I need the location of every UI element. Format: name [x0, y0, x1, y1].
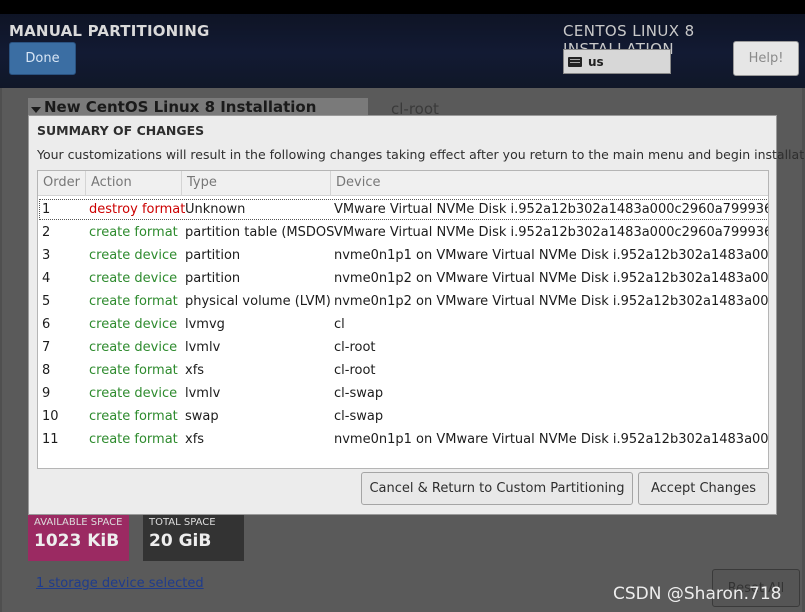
- cancel-return-button[interactable]: Cancel & Return to Custom Partitioning: [361, 472, 633, 505]
- column-header-action[interactable]: Action: [86, 171, 182, 195]
- row-type: xfs: [185, 363, 205, 378]
- column-header-type[interactable]: Type: [182, 171, 331, 195]
- row-type: Unknown: [185, 202, 246, 217]
- column-header-device[interactable]: Device: [331, 171, 768, 195]
- summary-of-changes-dialog: SUMMARY OF CHANGES Your customizations w…: [28, 115, 805, 515]
- row-action: create format: [89, 294, 178, 309]
- row-type: partition table (MSDOS): [185, 225, 334, 240]
- row-order: 7: [42, 340, 51, 355]
- row-device: nvme0n1p1 on VMware Virtual NVMe Disk i.…: [334, 432, 769, 447]
- table-row[interactable]: 6 create device lvmvg cl: [38, 313, 768, 336]
- row-order: 11: [42, 432, 59, 447]
- row-type: partition: [185, 271, 241, 286]
- row-device: cl-root: [334, 363, 376, 378]
- table-row[interactable]: 5 create format physical volume (LVM) nv…: [38, 290, 769, 313]
- top-band: [0, 0, 805, 14]
- keyboard-icon: [568, 56, 582, 67]
- changes-table[interactable]: Order Action Type Device 1 destroy forma…: [37, 170, 769, 469]
- row-device: VMware Virtual NVMe Disk i.952a12b302a14…: [334, 225, 769, 240]
- column-header-order[interactable]: Order: [38, 171, 86, 195]
- row-device: nvme0n1p1 on VMware Virtual NVMe Disk i.…: [334, 248, 769, 263]
- row-action: create device: [89, 386, 178, 401]
- row-type: physical volume (LVM): [185, 294, 331, 309]
- row-order: 10: [42, 409, 59, 424]
- accept-changes-button[interactable]: Accept Changes: [638, 472, 769, 505]
- row-action: create format: [89, 432, 178, 447]
- row-order: 5: [42, 294, 51, 309]
- row-device: VMware Virtual NVMe Disk i.952a12b302a14…: [334, 202, 769, 217]
- row-action: create device: [89, 340, 178, 355]
- row-action: create format: [89, 409, 178, 424]
- row-action: create format: [89, 363, 178, 378]
- done-button[interactable]: Done: [9, 42, 76, 75]
- row-order: 8: [42, 363, 51, 378]
- row-type: lvmlv: [185, 340, 221, 355]
- row-action: create device: [89, 248, 178, 263]
- table-row[interactable]: 3 create device partition nvme0n1p1 on V…: [38, 244, 769, 267]
- row-action: create format: [89, 225, 178, 240]
- row-order: 4: [42, 271, 51, 286]
- total-space-box: TOTAL SPACE 20 GiB: [143, 513, 244, 561]
- watermark: CSDN @Sharon.718: [613, 584, 782, 604]
- table-row[interactable]: 11 create format xfs nvme0n1p1 on VMware…: [38, 428, 769, 451]
- keyboard-layout-label: us: [588, 54, 604, 69]
- row-device: cl: [334, 317, 345, 332]
- row-device: nvme0n1p2 on VMware Virtual NVMe Disk i.…: [334, 271, 769, 286]
- keyboard-layout-indicator[interactable]: us: [563, 49, 671, 74]
- storage-devices-link[interactable]: 1 storage device selected: [36, 576, 204, 591]
- available-space-label: AVAILABLE SPACE: [34, 517, 123, 528]
- row-order: 3: [42, 248, 51, 263]
- row-action: create device: [89, 317, 178, 332]
- row-device: cl-swap: [334, 386, 384, 401]
- table-row[interactable]: 10 create format swap cl-swap: [38, 405, 768, 428]
- table-row[interactable]: 7 create device lvmlv cl-root: [38, 336, 768, 359]
- table-row[interactable]: 2 create format partition table (MSDOS) …: [38, 221, 769, 244]
- row-action: destroy format: [89, 202, 185, 217]
- row-order: 2: [42, 225, 51, 240]
- available-space-value: 1023 KiB: [34, 531, 120, 551]
- table-row[interactable]: 1 destroy format Unknown VMware Virtual …: [38, 198, 769, 221]
- table-row[interactable]: 8 create format xfs cl-root: [38, 359, 768, 382]
- dialog-title: SUMMARY OF CHANGES: [37, 123, 205, 138]
- row-action: create device: [89, 271, 178, 286]
- help-button[interactable]: Help!: [733, 41, 799, 76]
- row-type: xfs: [185, 432, 205, 447]
- table-row[interactable]: 4 create device partition nvme0n1p2 on V…: [38, 267, 769, 290]
- row-device: cl-swap: [334, 409, 384, 424]
- page-title: MANUAL PARTITIONING: [9, 22, 210, 40]
- available-space-box: AVAILABLE SPACE 1023 KiB: [28, 513, 129, 561]
- dialog-message: Your customizations will result in the f…: [37, 147, 805, 162]
- row-type: swap: [185, 409, 219, 424]
- total-space-label: TOTAL SPACE: [149, 517, 216, 528]
- row-order: 1: [42, 202, 51, 217]
- row-type: lvmlv: [185, 386, 221, 401]
- total-space-value: 20 GiB: [149, 531, 212, 551]
- row-order: 6: [42, 317, 51, 332]
- row-type: lvmvg: [185, 317, 225, 332]
- table-header: Order Action Type Device: [38, 171, 768, 196]
- row-device: cl-root: [334, 340, 376, 355]
- row-type: partition: [185, 248, 241, 263]
- row-order: 9: [42, 386, 51, 401]
- row-device: nvme0n1p2 on VMware Virtual NVMe Disk i.…: [334, 294, 769, 309]
- table-row[interactable]: 9 create device lvmlv cl-swap: [38, 382, 768, 405]
